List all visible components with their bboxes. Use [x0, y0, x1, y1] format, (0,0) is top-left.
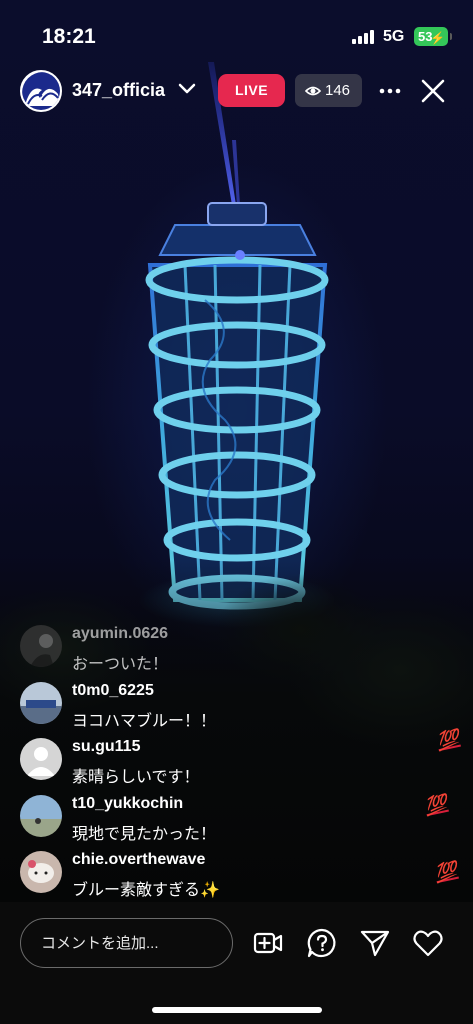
home-indicator[interactable] [152, 1007, 322, 1013]
commenter-avatar[interactable] [20, 625, 62, 667]
broadcaster-username[interactable]: 347_officia [72, 80, 172, 101]
comment-text: ヨコハマブルー！！ [72, 713, 217, 730]
network-type: 5G [383, 28, 405, 45]
comment-text: ブルー素敵すぎる✨ [72, 882, 220, 899]
send-icon[interactable] [359, 927, 391, 959]
commenter-avatar[interactable] [20, 851, 62, 893]
bottom-action-bar [0, 902, 473, 1024]
comment-input[interactable] [20, 918, 233, 968]
close-icon[interactable] [418, 76, 448, 106]
question-icon[interactable] [306, 927, 338, 959]
signal-icon [352, 30, 376, 44]
viewer-count: 146 [325, 82, 351, 99]
viewer-count-badge[interactable]: 146 [295, 74, 362, 107]
comment-item: chie.overthewave ブルー素敵すぎる✨ [20, 851, 440, 903]
commenter-avatar[interactable] [20, 682, 62, 724]
heart-icon[interactable] [412, 927, 444, 959]
comment-text: 現地で見たかった！ [72, 826, 217, 843]
add-video-icon[interactable] [252, 927, 284, 959]
comment-text: 素晴らしいです！ [72, 769, 200, 786]
comment-username[interactable]: chie.overthewave [72, 851, 205, 869]
comment-username[interactable]: t0m0_6225 [72, 682, 154, 700]
comment-username[interactable]: su.gu115 [72, 738, 140, 756]
clock: 18:21 [42, 25, 96, 48]
commenter-avatar[interactable] [20, 738, 62, 780]
comment-text: おーついた！ [72, 656, 169, 673]
broadcaster-avatar[interactable] [20, 70, 62, 112]
chevron-down-icon[interactable] [177, 78, 197, 98]
comment-item: ayumin.0626 おーついた！ [20, 625, 440, 677]
commenter-avatar[interactable] [20, 795, 62, 837]
comment-item: t0m0_6225 ヨコハマブルー！！ [20, 682, 440, 734]
battery-icon: 53 ⚡ [414, 27, 452, 46]
comment-username[interactable]: ayumin.0626 [72, 625, 168, 643]
eye-icon [305, 86, 321, 96]
charging-bolt-icon: ⚡ [430, 31, 445, 45]
live-badge: LIVE [218, 74, 285, 107]
comment-username[interactable]: t10_yukkochin [72, 795, 183, 813]
comment-item: su.gu115 素晴らしいです！ [20, 738, 440, 790]
status-bar: 18:21 5G 53 ⚡ [0, 0, 473, 62]
more-icon[interactable] [377, 78, 403, 104]
comment-item: t10_yukkochin 現地で見たかった！ [20, 795, 440, 847]
